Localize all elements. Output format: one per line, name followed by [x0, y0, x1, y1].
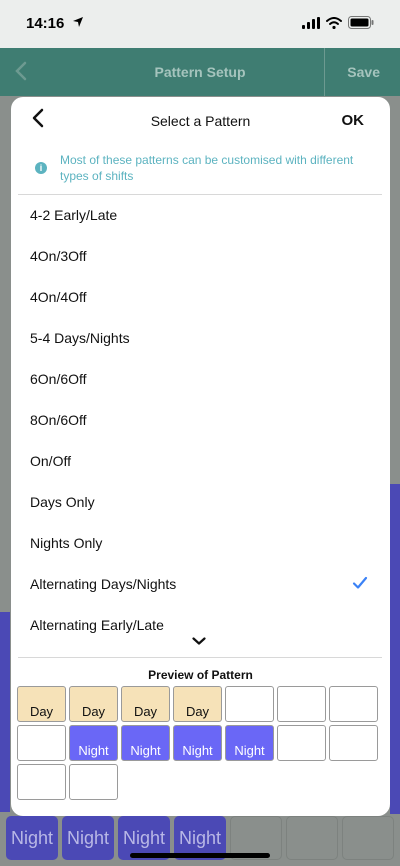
pattern-list-item[interactable]: Nights Only: [11, 523, 390, 564]
pattern-label: Alternating Days/Nights: [30, 576, 177, 592]
pattern-list-item[interactable]: Days Only: [11, 482, 390, 523]
preview-cell-day: Day: [173, 686, 222, 722]
pattern-list-item[interactable]: 4On/3Off: [11, 236, 390, 277]
modal-title: Select a Pattern: [150, 113, 251, 129]
checkmark-icon: [352, 576, 368, 589]
pattern-list-item[interactable]: 4On/4Off: [11, 277, 390, 318]
nav-bar: Pattern Setup Save: [0, 48, 400, 96]
chevron-down-icon[interactable]: [192, 637, 206, 645]
pattern-label: 8On/6Off: [30, 412, 87, 428]
preview-cell-empty: [329, 686, 378, 722]
info-banner: i Most of these patterns can be customis…: [35, 152, 375, 184]
nav-title: Pattern Setup: [154, 64, 246, 80]
nav-save-button[interactable]: Save: [347, 64, 380, 80]
pattern-list-item[interactable]: 5-4 Days/Nights: [11, 318, 390, 359]
wifi-icon: [326, 16, 342, 29]
pattern-label: Alternating Early/Late: [30, 617, 164, 633]
pattern-label: On/Off: [30, 453, 71, 469]
pattern-list[interactable]: 4-2 Early/Late 4On/3Off 4On/4Off 5-4 Days/N…: [11, 195, 390, 635]
preview-cell-day: Day: [121, 686, 170, 722]
preview-cell-empty: [329, 725, 378, 761]
status-indicators: [302, 16, 374, 29]
status-bar: 14:16: [0, 0, 400, 48]
background-grid-edge: [390, 484, 400, 814]
home-indicator: [130, 853, 270, 858]
ok-button[interactable]: OK: [342, 112, 365, 129]
pattern-list-item[interactable]: Alternating Days/Nights: [11, 564, 390, 605]
background-cell: [286, 816, 338, 860]
preview-cell-empty: [277, 686, 326, 722]
preview-cell-empty: [17, 764, 66, 800]
preview-title: Preview of Pattern: [148, 668, 253, 682]
preview-grid: Day Day Day Day Night Night Night Night: [17, 686, 378, 800]
pattern-list-item[interactable]: Alternating Early/Late: [11, 605, 390, 635]
preview-cell-empty: [17, 725, 66, 761]
pattern-list-item[interactable]: 4-2 Early/Late: [11, 195, 390, 236]
preview-cell-day: Day: [69, 686, 118, 722]
battery-icon: [348, 16, 374, 29]
pattern-label: 6On/6Off: [30, 371, 87, 387]
preview-cell-empty: [225, 686, 274, 722]
info-text: Most of these patterns can be customised…: [60, 153, 354, 183]
nav-divider: [324, 48, 325, 96]
pattern-list-item[interactable]: 8On/6Off: [11, 400, 390, 441]
location-arrow-icon: [73, 17, 83, 27]
preview-cell-empty: [69, 764, 118, 800]
info-icon: i: [35, 162, 47, 174]
pattern-label: 5-4 Days/Nights: [30, 330, 130, 346]
signal-icon: [302, 16, 320, 29]
background-cell: Night: [6, 816, 58, 860]
pattern-list-item[interactable]: 6On/6Off: [11, 359, 390, 400]
pattern-list-item[interactable]: On/Off: [11, 441, 390, 482]
background-grid-edge: [0, 612, 10, 812]
preview-cell-night: Night: [173, 725, 222, 761]
select-pattern-modal: Select a Pattern OK i Most of these patt…: [11, 97, 390, 816]
preview-cell-night: Night: [69, 725, 118, 761]
status-time: 14:16: [26, 15, 65, 32]
pattern-label: Days Only: [30, 494, 95, 510]
pattern-label: 4-2 Early/Late: [30, 207, 118, 223]
pattern-label: 4On/3Off: [30, 248, 87, 264]
preview-cell-empty: [277, 725, 326, 761]
divider: [18, 657, 382, 658]
background-cell: Night: [62, 816, 114, 860]
preview-cell-day: Day: [17, 686, 66, 722]
preview-cell-night: Night: [121, 725, 170, 761]
background-cell: [342, 816, 394, 860]
pattern-label: Nights Only: [30, 535, 103, 551]
preview-cell-night: Night: [225, 725, 274, 761]
pattern-label: 4On/4Off: [30, 289, 87, 305]
